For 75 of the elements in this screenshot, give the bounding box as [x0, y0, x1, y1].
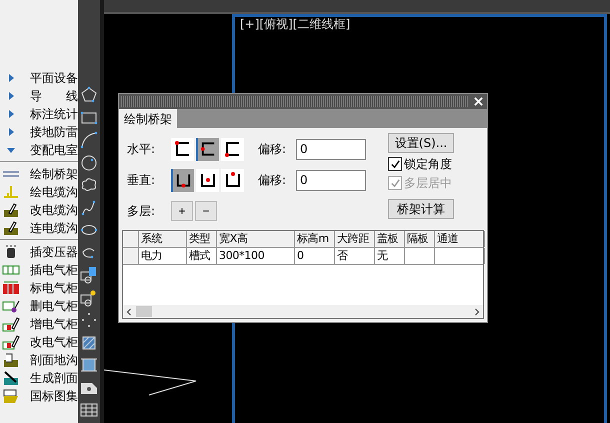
command-item[interactable]: 连电缆沟 [0, 219, 78, 237]
column-header: 系统 [139, 231, 187, 247]
table-cell: 否 [335, 248, 375, 264]
category-item[interactable]: 导 线 [0, 87, 78, 105]
cloud-tool-icon[interactable] [80, 176, 98, 194]
dots-tool-icon[interactable] [80, 311, 98, 329]
arc-tool-icon[interactable] [80, 131, 98, 149]
table-cell: 电力 [139, 248, 187, 264]
checkbox[interactable] [388, 157, 402, 171]
command-item[interactable]: 剖面地沟 [0, 351, 78, 369]
column-header: 隔板 [405, 231, 435, 247]
title-bar-grip[interactable] [121, 96, 468, 107]
block-star-tool-icon[interactable] [80, 288, 98, 306]
command-item[interactable]: 标电气柜 [0, 279, 78, 297]
command-item[interactable]: 删电气柜 [0, 297, 78, 315]
section-icon [2, 352, 20, 368]
column-header: 大跨距 [335, 231, 375, 247]
circle-tool-icon[interactable] [80, 154, 98, 172]
layer-button[interactable]: − [195, 201, 217, 221]
edit-icon [2, 220, 20, 236]
layer-button[interactable]: + [171, 201, 193, 221]
cabinet-edit-icon [2, 334, 20, 350]
scroll-left-icon[interactable] [126, 308, 132, 316]
offset-input[interactable]: 0 [296, 138, 366, 160]
command-item[interactable]: 绘制桥架 [0, 165, 78, 183]
cabinet-edit-icon [2, 316, 20, 332]
field-label: 水平: [127, 140, 156, 158]
table-cell: 0 [295, 248, 335, 264]
calculate-button[interactable]: 桥架计算 [388, 199, 454, 219]
category-item[interactable]: 接地防雷 [0, 123, 78, 141]
close-icon [474, 97, 482, 106]
command-item[interactable]: 生成剖面 [0, 369, 78, 387]
table-cell: 300*100 [217, 248, 295, 264]
hatch-tool-icon[interactable] [80, 334, 98, 352]
command-item[interactable]: 改电气柜 [0, 333, 78, 351]
category-item[interactable]: 标注统计 [0, 105, 78, 123]
column-header: 通道 [435, 231, 485, 247]
table-tool-icon[interactable] [80, 401, 98, 419]
cabinet-delete-icon [2, 298, 20, 314]
checkbox-option[interactable]: 锁定角度 [388, 156, 484, 172]
dialog-tab[interactable]: 绘制桥架 [119, 109, 177, 128]
layers-label: 多层: [127, 202, 156, 220]
gradient-tool-icon[interactable] [80, 356, 98, 374]
folder-icon [2, 388, 20, 404]
alignment-toggle[interactable] [171, 168, 194, 192]
offset-label: 偏移: [258, 140, 288, 158]
settings-button[interactable]: 设置(S)... [388, 133, 454, 153]
edit-icon [2, 202, 20, 218]
viewport-label[interactable]: [+][俯视][二维线框] [240, 16, 350, 33]
field-label: 垂直: [127, 172, 156, 188]
spline-tool-icon[interactable] [80, 198, 98, 216]
block-tool-icon[interactable] [80, 266, 98, 284]
command-item[interactable]: 增电气柜 [0, 315, 78, 333]
column-header: 类型 [187, 231, 217, 247]
alignment-toggle[interactable] [196, 138, 219, 160]
collapse-arrow-icon [6, 145, 16, 155]
trench-icon [2, 184, 20, 200]
command-item[interactable]: 插电气柜 [0, 261, 78, 279]
pentagon-tool-icon[interactable] [80, 86, 98, 104]
column-header: 标高m [295, 231, 335, 247]
command-item[interactable]: 绘电缆沟 [0, 183, 78, 201]
horizontal-scrollbar[interactable] [123, 305, 483, 318]
command-item[interactable]: 改电缆沟 [0, 201, 78, 219]
column-header: 宽X高 [217, 231, 295, 247]
table-cell: 无 [375, 248, 405, 264]
command-item[interactable]: 插变压器 [0, 243, 78, 261]
category-item[interactable]: 平面设备 [0, 69, 78, 87]
category-item[interactable]: 变配电室 [0, 141, 78, 159]
table-cell: 槽式 [187, 248, 217, 264]
scroll-right-icon[interactable] [474, 308, 480, 316]
column-header: 盖板 [375, 231, 405, 247]
close-button[interactable] [471, 95, 485, 108]
offset-label: 偏移: [258, 172, 288, 188]
command-item[interactable]: 国标图集 [0, 387, 78, 405]
offset-input[interactable]: 0 [296, 170, 366, 190]
